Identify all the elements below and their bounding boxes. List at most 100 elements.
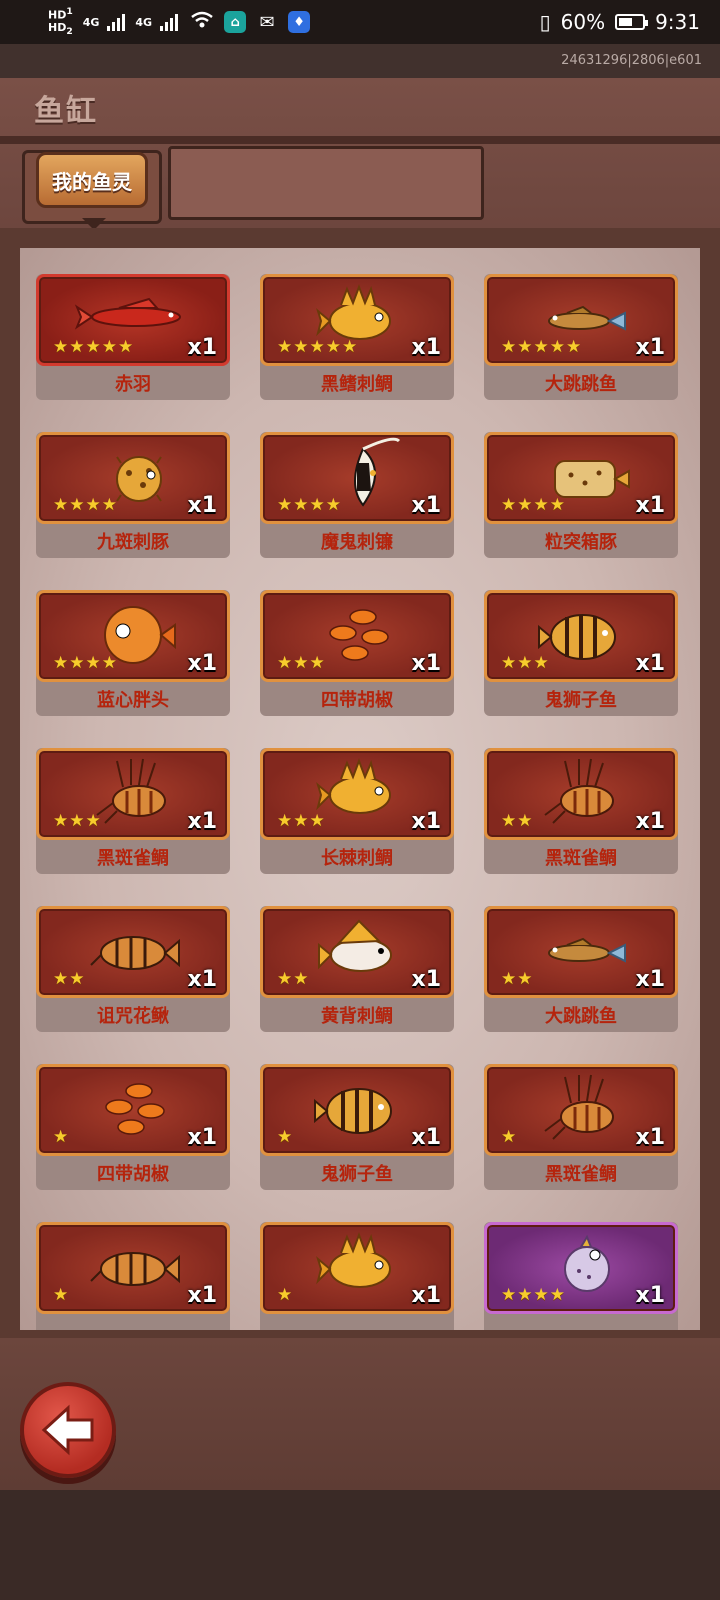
fish-name: 鬼狮子鱼: [545, 690, 617, 711]
star-rating: ★★: [501, 969, 534, 989]
star-rating: ★★: [277, 969, 310, 989]
network-type-2: 4G: [135, 15, 153, 29]
fish-name: 蓝心胖头: [97, 690, 169, 711]
card-frame: ★★★★ x1: [36, 590, 230, 682]
star-rating: ★★★: [277, 653, 326, 673]
card-frame: ★ x1: [36, 1222, 230, 1314]
fish-grid[interactable]: ★★★★★ x1 赤羽 ★★★★★ x1 黑鳍刺鲷 ★★★★★ x1 大跳跳鱼 ★★★★ x1 九斑刺…: [20, 248, 700, 1330]
fish-count: x1: [187, 651, 218, 676]
fish-card[interactable]: ★★★★★ x1 大跳跳鱼: [484, 274, 678, 404]
fish-card[interactable]: ★ x1 鬼狮子鱼: [260, 1064, 454, 1194]
fish-card[interactable]: ★ x1 四带胡椒: [36, 1064, 230, 1194]
fish-card[interactable]: ★★ x1 诅咒花鳅: [36, 906, 230, 1036]
fish-name: 赤羽: [115, 374, 151, 395]
card-frame: ★★★★ x1: [484, 1222, 678, 1314]
fish-name: 四带胡椒: [321, 690, 393, 711]
star-rating: ★★★★: [53, 495, 118, 515]
fish-card[interactable]: ★★★★ x1: [484, 1222, 678, 1330]
fish-name: 大跳跳鱼: [545, 1006, 617, 1027]
clock: 9:31: [655, 10, 700, 34]
star-rating: ★: [277, 1285, 294, 1305]
card-frame: ★★★★★ x1: [36, 274, 230, 366]
fish-card[interactable]: ★★★ x1 黑斑雀鲷: [36, 748, 230, 878]
fish-name: 大跳跳鱼: [545, 374, 617, 395]
battery-icon: [615, 14, 649, 30]
fish-count: x1: [187, 493, 218, 518]
card-frame: ★★★ x1: [260, 748, 454, 840]
fish-count: x1: [187, 809, 218, 834]
card-frame: ★★★★ x1: [484, 432, 678, 524]
fish-count: x1: [411, 1125, 442, 1150]
back-button[interactable]: [20, 1382, 116, 1478]
card-frame: ★★ x1: [484, 748, 678, 840]
star-rating: ★★: [53, 969, 86, 989]
fish-card[interactable]: ★★ x1 大跳跳鱼: [484, 906, 678, 1036]
star-rating: ★★★: [53, 811, 102, 831]
hd-indicator: HD1 HD2: [48, 6, 73, 37]
fish-count: x1: [635, 809, 666, 834]
lightbulb-app-icon: ♦: [288, 11, 311, 33]
fish-name: 黑斑雀鲷: [545, 1164, 617, 1185]
fish-card[interactable]: ★★★ x1 鬼狮子鱼: [484, 590, 678, 720]
fish-card[interactable]: ★★ x1 黑斑雀鲷: [484, 748, 678, 878]
arrow-left-icon: [41, 1404, 94, 1456]
star-rating: ★★: [501, 811, 534, 831]
page-title: 鱼缸: [34, 94, 98, 129]
fish-count: x1: [187, 1283, 218, 1308]
fish-card[interactable]: ★★★★ x1 九斑刺豚: [36, 432, 230, 562]
card-frame: ★ x1: [260, 1064, 454, 1156]
star-rating: ★★★: [277, 811, 326, 831]
fish-name: 粒突箱豚: [545, 532, 617, 553]
fish-card[interactable]: ★ x1 黑斑雀鲷: [484, 1064, 678, 1194]
fish-count: x1: [187, 967, 218, 992]
fish-card[interactable]: ★★★★ x1 魔鬼刺镰: [260, 432, 454, 562]
fish-card[interactable]: ★★★ x1 长棘刺鲷: [260, 748, 454, 878]
status-bar: HD1 HD2 4G 4G ⌂ ✉ ♦ ▯ 60% 9:31: [0, 0, 720, 44]
tab-empty-slot: [168, 146, 484, 220]
card-frame: ★★★ x1: [260, 590, 454, 682]
fish-card[interactable]: ★★★★ x1 蓝心胖头: [36, 590, 230, 720]
fish-card[interactable]: ★★★★★ x1 黑鳍刺鲷: [260, 274, 454, 404]
card-frame: ★ x1: [484, 1064, 678, 1156]
fish-card[interactable]: ★★ x1 黄背刺鲷: [260, 906, 454, 1036]
fish-card[interactable]: ★ x1: [36, 1222, 230, 1330]
fish-name: 黑斑雀鲷: [545, 848, 617, 869]
vibrate-icon: ▯: [539, 10, 551, 34]
fish-name: 九斑刺豚: [97, 532, 169, 553]
star-rating: ★★★★: [277, 495, 342, 515]
fish-name: 魔鬼刺镰: [321, 532, 393, 553]
star-rating: ★★★★★: [53, 337, 135, 357]
fish-card[interactable]: ★★★★★ x1 赤羽: [36, 274, 230, 404]
fish-card[interactable]: ★★★★ x1 粒突箱豚: [484, 432, 678, 562]
star-rating: ★: [53, 1127, 70, 1147]
fish-count: x1: [411, 967, 442, 992]
fish-count: x1: [635, 335, 666, 360]
fish-name: 诅咒花鳅: [97, 1006, 169, 1027]
fish-count: x1: [187, 335, 218, 360]
star-rating: ★★★★: [501, 495, 566, 515]
star-rating: ★★★★: [53, 653, 118, 673]
star-rating: ★★★★★: [501, 337, 583, 357]
fish-card[interactable]: ★ x1: [260, 1222, 454, 1330]
signal-icon: [107, 13, 126, 31]
fish-name: 鬼狮子鱼: [321, 1164, 393, 1185]
fish-count: x1: [411, 493, 442, 518]
system-nav-bar: [0, 1490, 720, 1600]
fish-count: x1: [635, 1125, 666, 1150]
tab-my-fish[interactable]: 我的鱼灵: [36, 152, 148, 208]
fish-count: x1: [411, 335, 442, 360]
card-frame: ★★ x1: [36, 906, 230, 998]
fish-name: 长棘刺鲷: [321, 848, 393, 869]
fish-card[interactable]: ★★★ x1 四带胡椒: [260, 590, 454, 720]
card-frame: ★★ x1: [484, 906, 678, 998]
star-rating: ★: [501, 1127, 518, 1147]
star-rating: ★: [277, 1127, 294, 1147]
card-frame: ★★★★★ x1: [484, 274, 678, 366]
fish-name: 黄背刺鲷: [321, 1006, 393, 1027]
fish-count: x1: [635, 493, 666, 518]
network-type-1: 4G: [82, 15, 100, 29]
fish-count: x1: [411, 1283, 442, 1308]
signal-icon: [160, 13, 179, 31]
fish-count: x1: [411, 809, 442, 834]
fish-count: x1: [635, 1283, 666, 1308]
